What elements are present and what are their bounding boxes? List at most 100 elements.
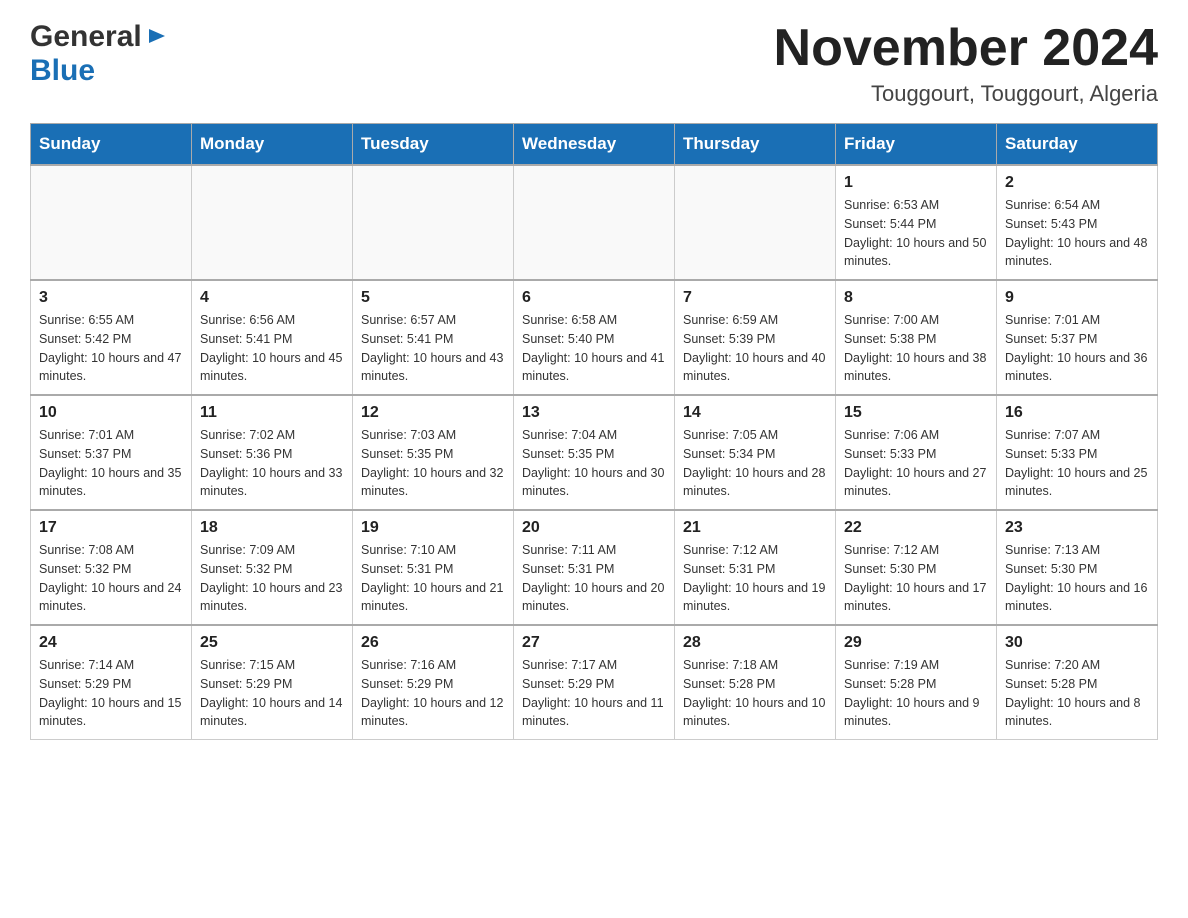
table-row: 16 Sunrise: 7:07 AMSunset: 5:33 PMDaylig… xyxy=(997,395,1158,510)
table-row: 7 Sunrise: 6:59 AMSunset: 5:39 PMDayligh… xyxy=(675,280,836,395)
day-info: Sunrise: 7:16 AMSunset: 5:29 PMDaylight:… xyxy=(361,658,503,728)
day-info: Sunrise: 7:18 AMSunset: 5:28 PMDaylight:… xyxy=(683,658,825,728)
col-wednesday: Wednesday xyxy=(514,124,675,166)
table-row xyxy=(192,165,353,280)
day-number: 17 xyxy=(39,519,183,537)
page-header: General Blue November 2024 Touggourt, To… xyxy=(30,20,1158,107)
calendar-week-row: 1 Sunrise: 6:53 AMSunset: 5:44 PMDayligh… xyxy=(31,165,1158,280)
day-number: 10 xyxy=(39,404,183,422)
day-number: 23 xyxy=(1005,519,1149,537)
day-info: Sunrise: 7:20 AMSunset: 5:28 PMDaylight:… xyxy=(1005,658,1141,728)
day-info: Sunrise: 7:09 AMSunset: 5:32 PMDaylight:… xyxy=(200,543,342,613)
table-row: 24 Sunrise: 7:14 AMSunset: 5:29 PMDaylig… xyxy=(31,625,192,740)
day-number: 16 xyxy=(1005,404,1149,422)
table-row: 9 Sunrise: 7:01 AMSunset: 5:37 PMDayligh… xyxy=(997,280,1158,395)
table-row xyxy=(353,165,514,280)
col-saturday: Saturday xyxy=(997,124,1158,166)
day-number: 30 xyxy=(1005,634,1149,652)
col-sunday: Sunday xyxy=(31,124,192,166)
day-info: Sunrise: 7:11 AMSunset: 5:31 PMDaylight:… xyxy=(522,543,664,613)
day-info: Sunrise: 6:56 AMSunset: 5:41 PMDaylight:… xyxy=(200,313,342,383)
table-row: 6 Sunrise: 6:58 AMSunset: 5:40 PMDayligh… xyxy=(514,280,675,395)
month-title: November 2024 xyxy=(774,20,1158,77)
day-number: 22 xyxy=(844,519,988,537)
day-number: 28 xyxy=(683,634,827,652)
day-number: 21 xyxy=(683,519,827,537)
table-row: 27 Sunrise: 7:17 AMSunset: 5:29 PMDaylig… xyxy=(514,625,675,740)
calendar-week-row: 3 Sunrise: 6:55 AMSunset: 5:42 PMDayligh… xyxy=(31,280,1158,395)
table-row: 12 Sunrise: 7:03 AMSunset: 5:35 PMDaylig… xyxy=(353,395,514,510)
day-info: Sunrise: 7:01 AMSunset: 5:37 PMDaylight:… xyxy=(1005,313,1147,383)
day-number: 9 xyxy=(1005,289,1149,307)
day-info: Sunrise: 7:17 AMSunset: 5:29 PMDaylight:… xyxy=(522,658,664,728)
day-number: 5 xyxy=(361,289,505,307)
table-row: 26 Sunrise: 7:16 AMSunset: 5:29 PMDaylig… xyxy=(353,625,514,740)
calendar-table: Sunday Monday Tuesday Wednesday Thursday… xyxy=(30,123,1158,740)
col-friday: Friday xyxy=(836,124,997,166)
day-info: Sunrise: 7:19 AMSunset: 5:28 PMDaylight:… xyxy=(844,658,980,728)
day-number: 25 xyxy=(200,634,344,652)
table-row: 5 Sunrise: 6:57 AMSunset: 5:41 PMDayligh… xyxy=(353,280,514,395)
day-info: Sunrise: 6:59 AMSunset: 5:39 PMDaylight:… xyxy=(683,313,825,383)
day-number: 1 xyxy=(844,174,988,192)
table-row xyxy=(514,165,675,280)
day-number: 24 xyxy=(39,634,183,652)
table-row: 22 Sunrise: 7:12 AMSunset: 5:30 PMDaylig… xyxy=(836,510,997,625)
table-row: 19 Sunrise: 7:10 AMSunset: 5:31 PMDaylig… xyxy=(353,510,514,625)
table-row: 25 Sunrise: 7:15 AMSunset: 5:29 PMDaylig… xyxy=(192,625,353,740)
table-row: 10 Sunrise: 7:01 AMSunset: 5:37 PMDaylig… xyxy=(31,395,192,510)
day-number: 13 xyxy=(522,404,666,422)
day-number: 20 xyxy=(522,519,666,537)
day-number: 7 xyxy=(683,289,827,307)
day-number: 11 xyxy=(200,404,344,422)
table-row: 4 Sunrise: 6:56 AMSunset: 5:41 PMDayligh… xyxy=(192,280,353,395)
day-info: Sunrise: 7:03 AMSunset: 5:35 PMDaylight:… xyxy=(361,428,503,498)
day-number: 18 xyxy=(200,519,344,537)
day-info: Sunrise: 7:12 AMSunset: 5:31 PMDaylight:… xyxy=(683,543,825,613)
day-number: 14 xyxy=(683,404,827,422)
day-info: Sunrise: 7:00 AMSunset: 5:38 PMDaylight:… xyxy=(844,313,986,383)
table-row xyxy=(675,165,836,280)
day-number: 4 xyxy=(200,289,344,307)
table-row: 1 Sunrise: 6:53 AMSunset: 5:44 PMDayligh… xyxy=(836,165,997,280)
table-row: 11 Sunrise: 7:02 AMSunset: 5:36 PMDaylig… xyxy=(192,395,353,510)
table-row: 21 Sunrise: 7:12 AMSunset: 5:31 PMDaylig… xyxy=(675,510,836,625)
day-info: Sunrise: 7:12 AMSunset: 5:30 PMDaylight:… xyxy=(844,543,986,613)
col-thursday: Thursday xyxy=(675,124,836,166)
table-row xyxy=(31,165,192,280)
table-row: 20 Sunrise: 7:11 AMSunset: 5:31 PMDaylig… xyxy=(514,510,675,625)
day-number: 15 xyxy=(844,404,988,422)
day-number: 12 xyxy=(361,404,505,422)
table-row: 17 Sunrise: 7:08 AMSunset: 5:32 PMDaylig… xyxy=(31,510,192,625)
day-info: Sunrise: 6:58 AMSunset: 5:40 PMDaylight:… xyxy=(522,313,664,383)
col-tuesday: Tuesday xyxy=(353,124,514,166)
day-number: 27 xyxy=(522,634,666,652)
table-row: 3 Sunrise: 6:55 AMSunset: 5:42 PMDayligh… xyxy=(31,280,192,395)
table-row: 23 Sunrise: 7:13 AMSunset: 5:30 PMDaylig… xyxy=(997,510,1158,625)
day-info: Sunrise: 6:54 AMSunset: 5:43 PMDaylight:… xyxy=(1005,198,1147,268)
day-number: 3 xyxy=(39,289,183,307)
col-monday: Monday xyxy=(192,124,353,166)
day-info: Sunrise: 6:55 AMSunset: 5:42 PMDaylight:… xyxy=(39,313,181,383)
table-row: 14 Sunrise: 7:05 AMSunset: 5:34 PMDaylig… xyxy=(675,395,836,510)
table-row: 13 Sunrise: 7:04 AMSunset: 5:35 PMDaylig… xyxy=(514,395,675,510)
calendar-week-row: 17 Sunrise: 7:08 AMSunset: 5:32 PMDaylig… xyxy=(31,510,1158,625)
calendar-week-row: 24 Sunrise: 7:14 AMSunset: 5:29 PMDaylig… xyxy=(31,625,1158,740)
day-number: 2 xyxy=(1005,174,1149,192)
day-number: 26 xyxy=(361,634,505,652)
day-info: Sunrise: 7:01 AMSunset: 5:37 PMDaylight:… xyxy=(39,428,181,498)
day-info: Sunrise: 7:08 AMSunset: 5:32 PMDaylight:… xyxy=(39,543,181,613)
day-info: Sunrise: 6:53 AMSunset: 5:44 PMDaylight:… xyxy=(844,198,986,268)
day-info: Sunrise: 7:14 AMSunset: 5:29 PMDaylight:… xyxy=(39,658,181,728)
day-info: Sunrise: 7:05 AMSunset: 5:34 PMDaylight:… xyxy=(683,428,825,498)
calendar-header-row: Sunday Monday Tuesday Wednesday Thursday… xyxy=(31,124,1158,166)
day-info: Sunrise: 7:02 AMSunset: 5:36 PMDaylight:… xyxy=(200,428,342,498)
location-subtitle: Touggourt, Touggourt, Algeria xyxy=(774,81,1158,107)
day-info: Sunrise: 7:15 AMSunset: 5:29 PMDaylight:… xyxy=(200,658,342,728)
logo-arrow-icon xyxy=(145,25,167,52)
day-number: 8 xyxy=(844,289,988,307)
table-row: 30 Sunrise: 7:20 AMSunset: 5:28 PMDaylig… xyxy=(997,625,1158,740)
day-info: Sunrise: 7:10 AMSunset: 5:31 PMDaylight:… xyxy=(361,543,503,613)
day-number: 19 xyxy=(361,519,505,537)
title-block: November 2024 Touggourt, Touggourt, Alge… xyxy=(774,20,1158,107)
